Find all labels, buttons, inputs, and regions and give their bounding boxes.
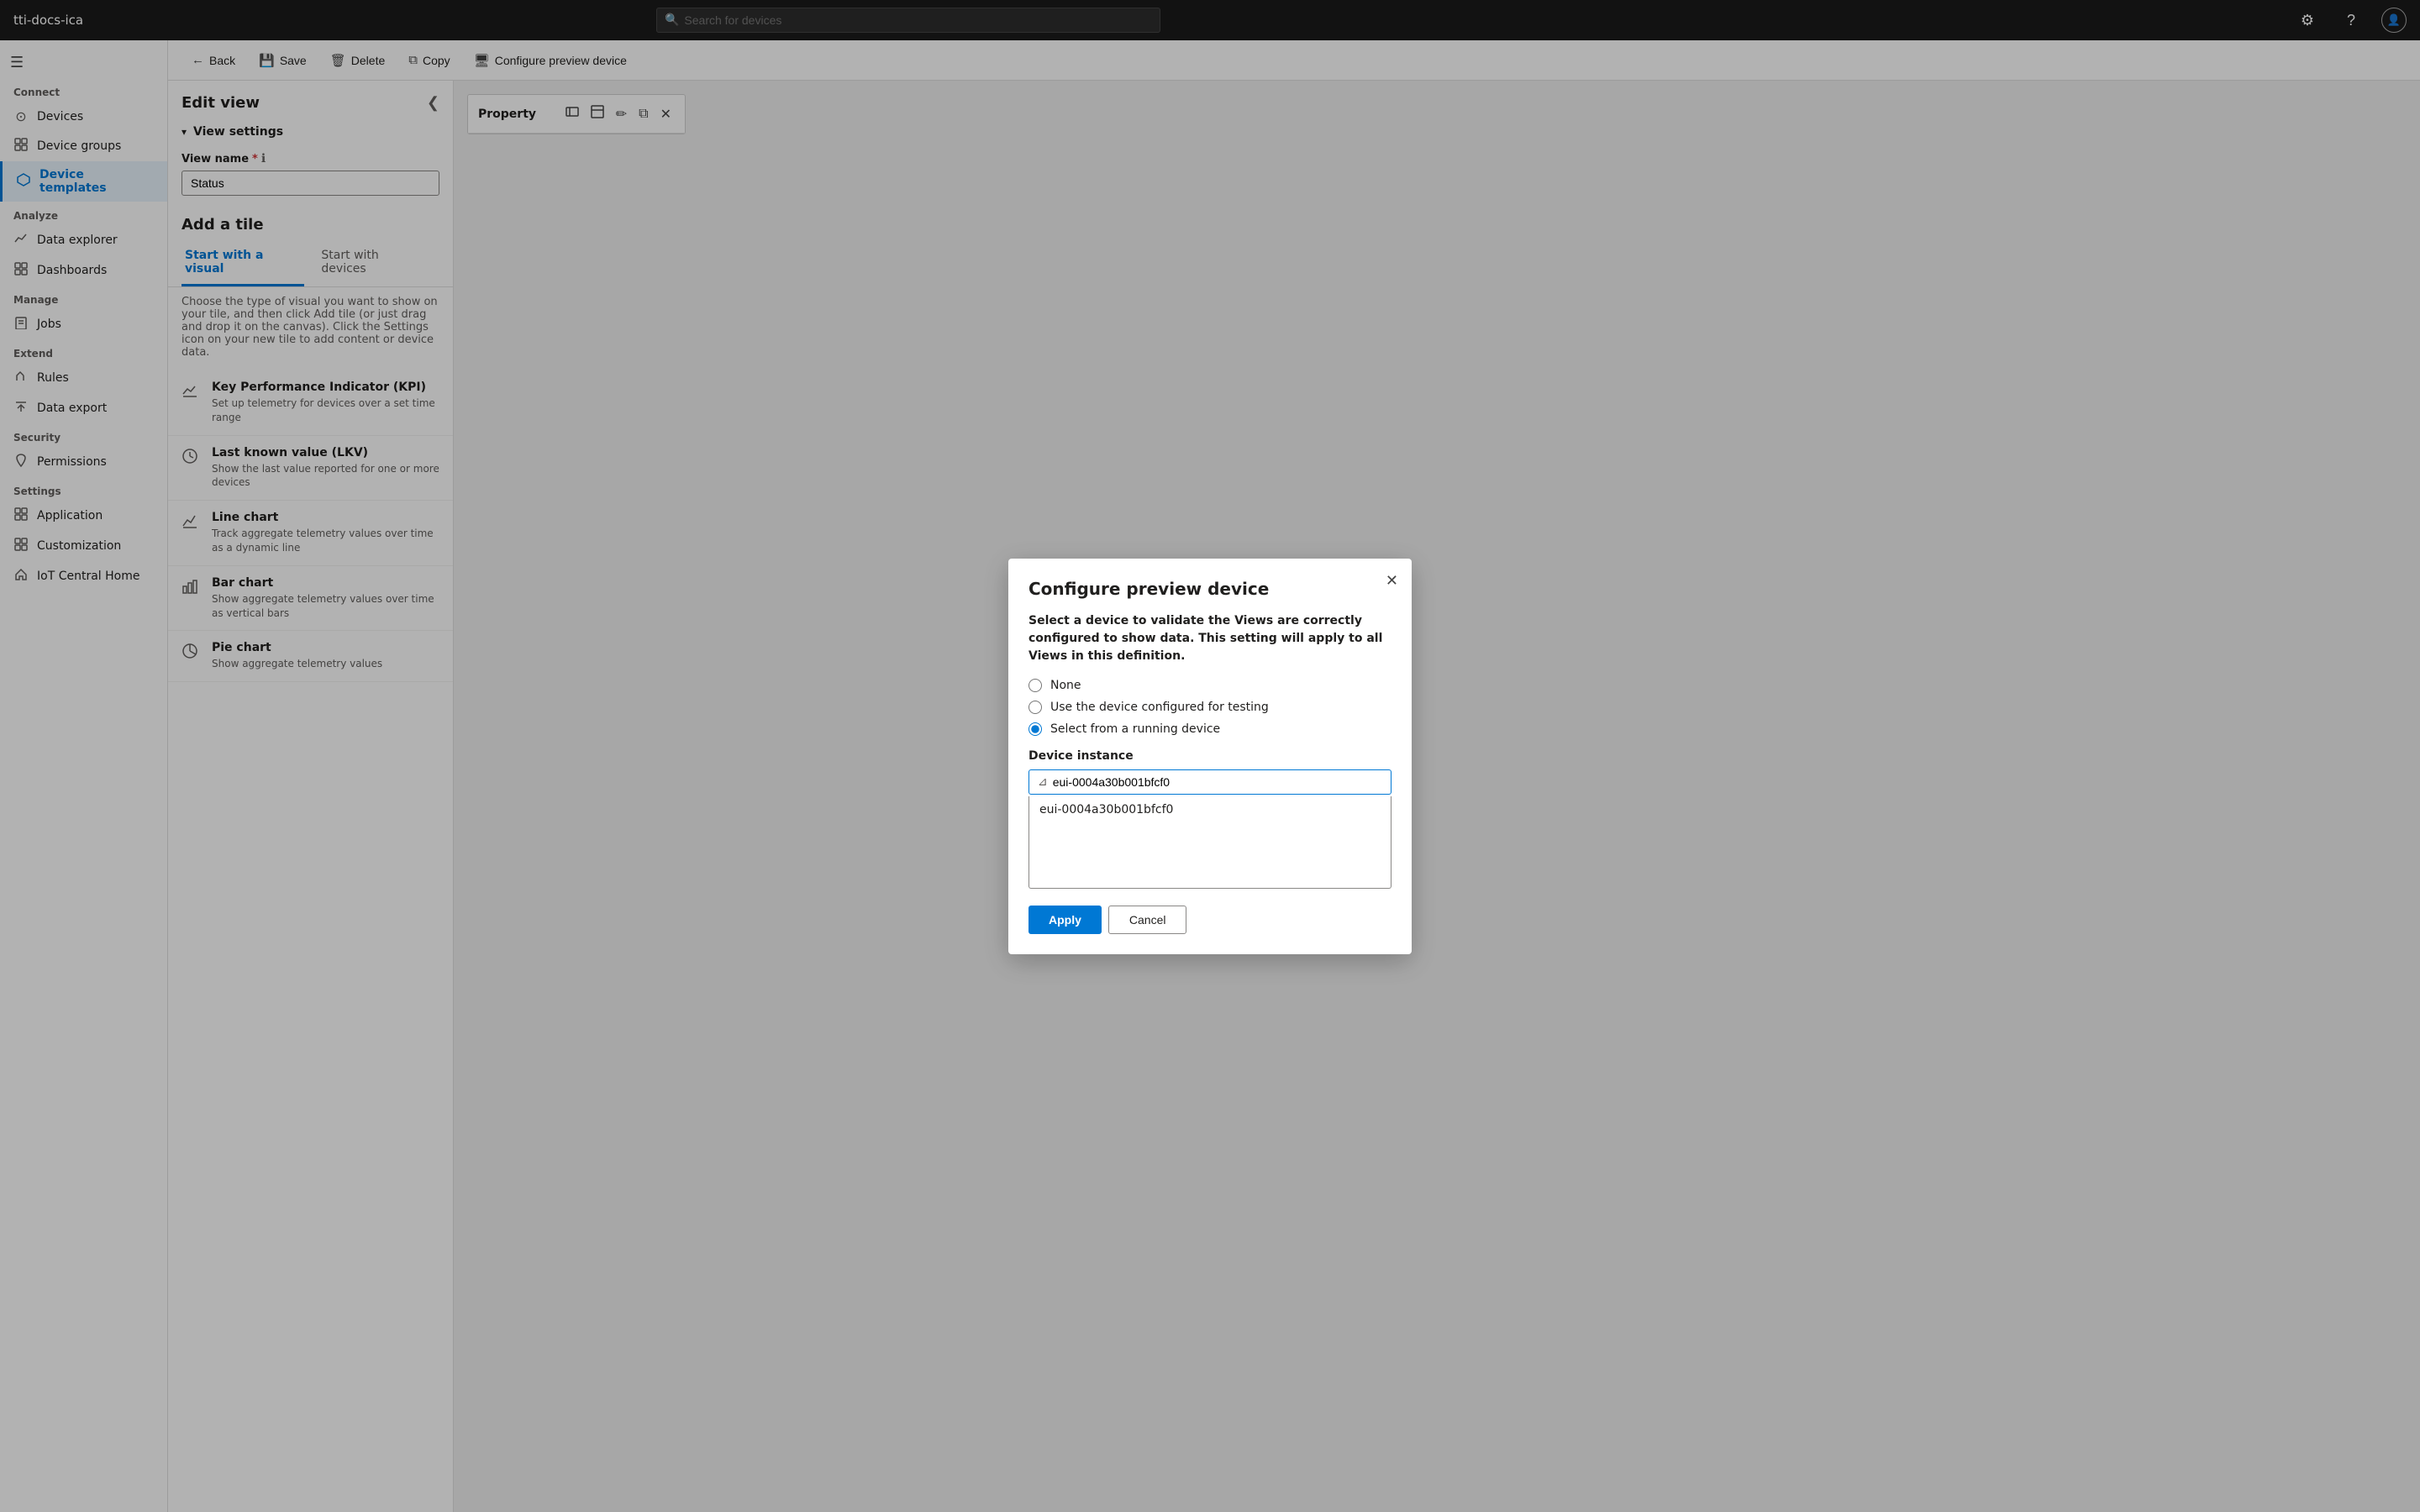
dialog-title: Configure preview device xyxy=(1028,579,1392,599)
radio-none-label[interactable]: None xyxy=(1050,679,1081,692)
radio-running-input[interactable] xyxy=(1028,722,1042,736)
device-instance-label: Device instance xyxy=(1028,749,1392,763)
dialog-close-button[interactable]: ✕ xyxy=(1386,572,1398,590)
dialog-description: Select a device to validate the Views ar… xyxy=(1028,612,1392,665)
radio-testing[interactable]: Use the device configured for testing xyxy=(1028,701,1392,714)
radio-none-input[interactable] xyxy=(1028,679,1042,692)
apply-button[interactable]: Apply xyxy=(1028,906,1102,934)
radio-none[interactable]: None xyxy=(1028,679,1392,692)
radio-testing-input[interactable] xyxy=(1028,701,1042,714)
dialog-actions: Apply Cancel xyxy=(1028,906,1392,934)
device-search-input[interactable] xyxy=(1053,775,1382,789)
device-option-0[interactable]: eui-0004a30b001bfcf0 xyxy=(1029,796,1391,823)
cancel-button[interactable]: Cancel xyxy=(1108,906,1187,934)
overlay-backdrop: ✕ Configure preview device Select a devi… xyxy=(0,0,2420,1512)
device-dropdown: eui-0004a30b001bfcf0 xyxy=(1028,796,1392,889)
radio-running-label[interactable]: Select from a running device xyxy=(1050,722,1220,736)
radio-running[interactable]: Select from a running device xyxy=(1028,722,1392,736)
configure-preview-dialog: ✕ Configure preview device Select a devi… xyxy=(1008,559,1412,954)
radio-testing-label[interactable]: Use the device configured for testing xyxy=(1050,701,1269,714)
device-search-wrap: ⊿ xyxy=(1028,769,1392,795)
filter-icon: ⊿ xyxy=(1038,775,1048,789)
